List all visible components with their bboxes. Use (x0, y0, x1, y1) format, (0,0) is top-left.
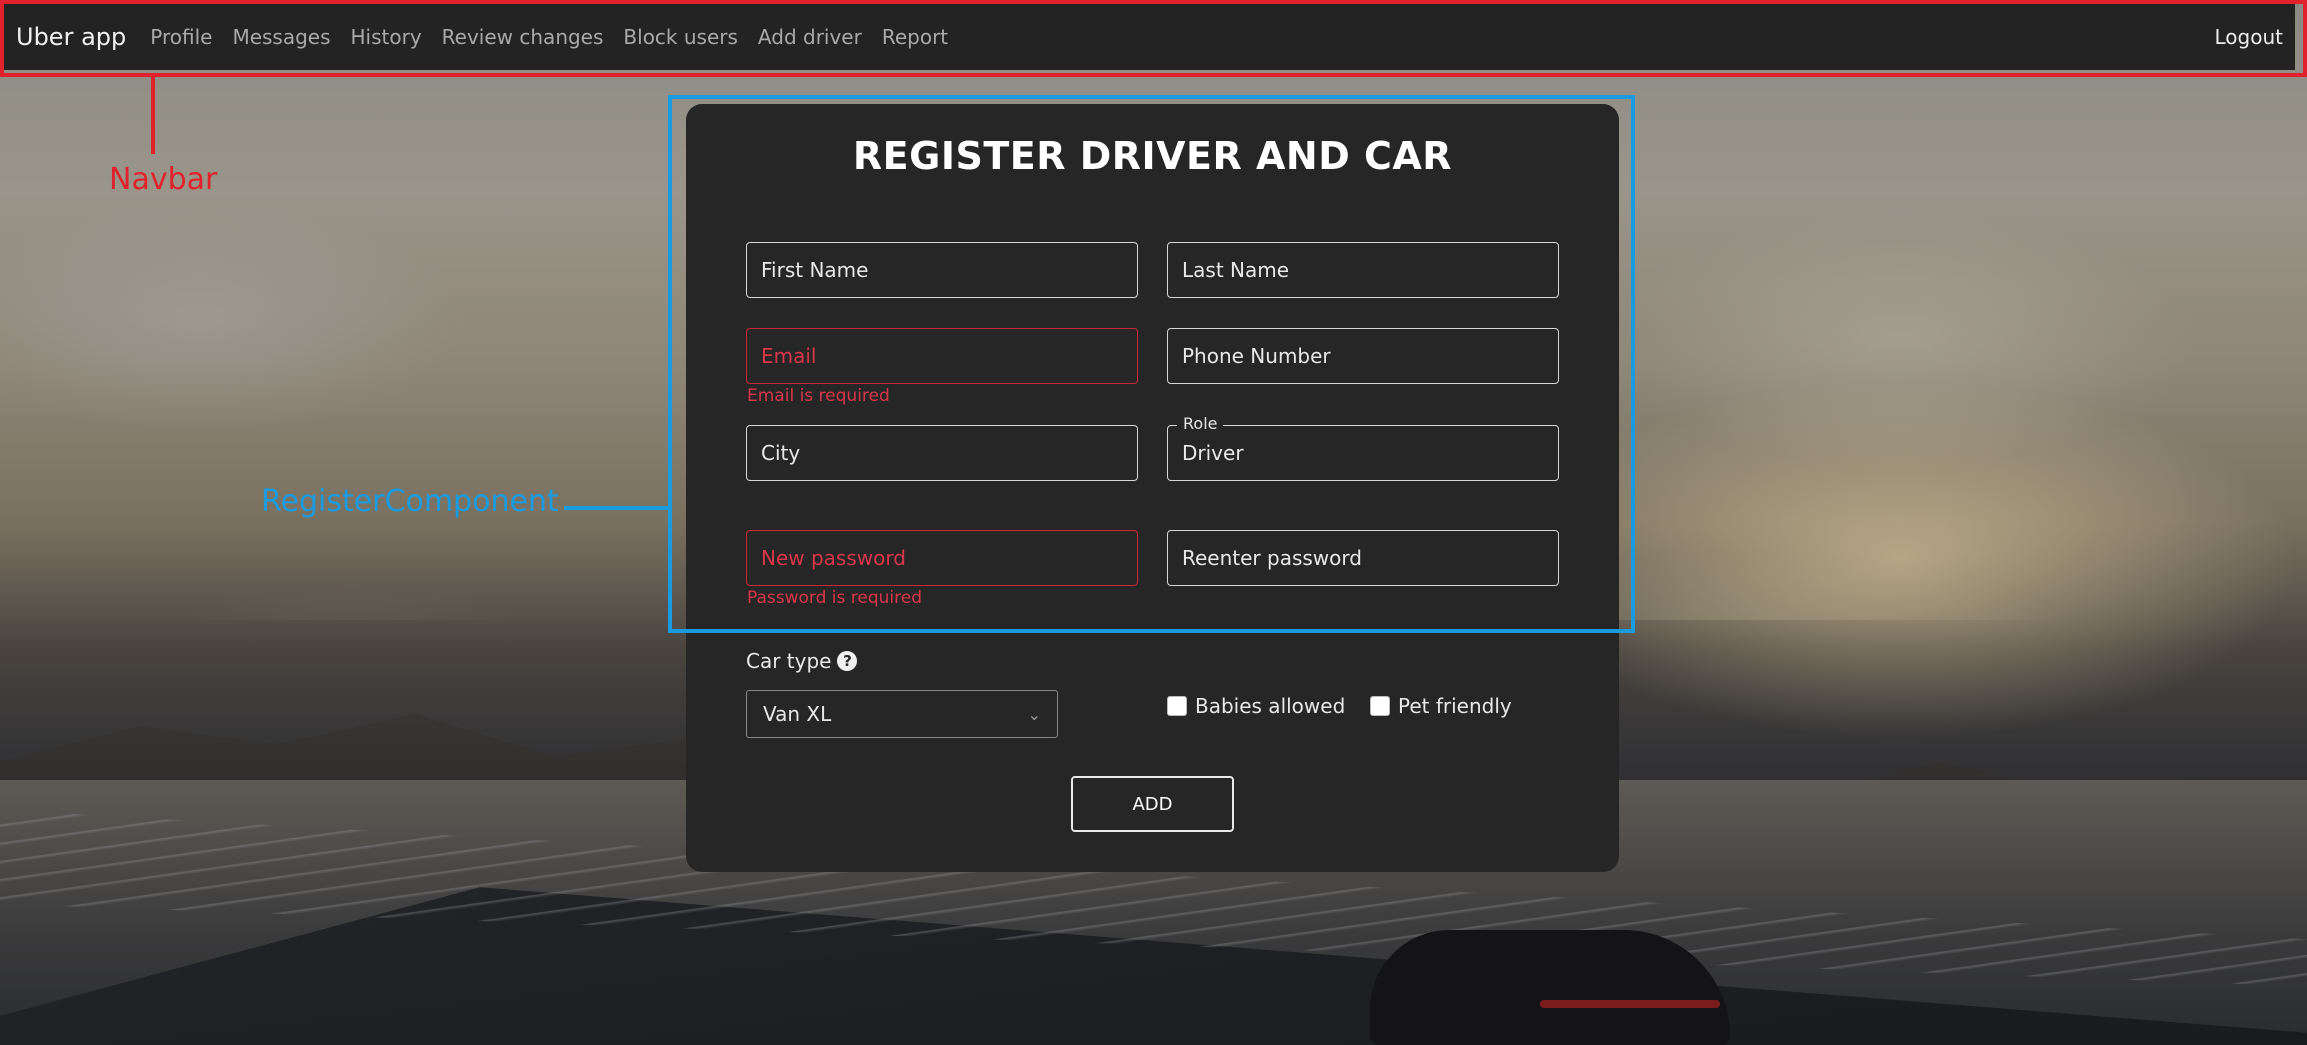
car-type-select[interactable]: Van XL ⌄ (746, 690, 1058, 738)
phone-placeholder: Phone Number (1182, 344, 1331, 368)
city-input[interactable]: City (746, 425, 1138, 481)
email-placeholder: Email (761, 344, 817, 368)
role-label: Role (1177, 414, 1224, 433)
role-value: Driver (1182, 441, 1244, 465)
register-annotation-line (564, 506, 670, 510)
email-error: Email is required (747, 386, 890, 406)
chevron-down-icon: ⌄ (1027, 704, 1041, 724)
reenter-password-input[interactable]: Reenter password (1167, 530, 1559, 586)
logout-link[interactable]: Logout (2215, 25, 2283, 49)
nav-history[interactable]: History (351, 25, 422, 49)
pet-friendly-checkbox[interactable]: Pet friendly (1370, 694, 1512, 718)
babies-allowed-checkbox[interactable]: Babies allowed (1167, 694, 1345, 718)
pet-friendly-label: Pet friendly (1398, 694, 1512, 718)
nav-block-users[interactable]: Block users (623, 25, 738, 49)
babies-allowed-box[interactable] (1167, 696, 1187, 716)
first-name-placeholder: First Name (761, 258, 869, 282)
navbar: Uber app Profile Messages History Review… (2, 3, 2295, 70)
navbar-annotation-line (151, 77, 155, 154)
register-card: REGISTER DRIVER AND CAR First Name Last … (686, 104, 1619, 872)
reenter-password-placeholder: Reenter password (1182, 546, 1362, 570)
new-password-placeholder: New password (761, 546, 906, 570)
navbar-annotation-label: Navbar (109, 162, 218, 197)
last-name-placeholder: Last Name (1182, 258, 1290, 282)
role-input[interactable]: Driver (1167, 425, 1559, 481)
add-button[interactable]: ADD (1071, 776, 1234, 832)
nav-profile[interactable]: Profile (150, 25, 212, 49)
nav-add-driver[interactable]: Add driver (758, 25, 862, 49)
nav-report[interactable]: Report (882, 25, 948, 49)
question-circle-icon[interactable]: ? (837, 651, 858, 671)
register-annotation-label: RegisterComponent (261, 484, 559, 519)
phone-number-input[interactable]: Phone Number (1167, 328, 1559, 384)
navbar-brand[interactable]: Uber app (16, 23, 126, 51)
car-type-text: Car type (746, 649, 832, 673)
password-error: Password is required (747, 588, 923, 608)
nav-messages[interactable]: Messages (232, 25, 330, 49)
email-input[interactable]: Email (746, 328, 1138, 384)
nav-review-changes[interactable]: Review changes (442, 25, 604, 49)
first-name-input[interactable]: First Name (746, 242, 1138, 298)
babies-allowed-label: Babies allowed (1195, 694, 1346, 718)
car-type-value: Van XL (763, 702, 832, 726)
last-name-input[interactable]: Last Name (1167, 242, 1559, 298)
pet-friendly-box[interactable] (1370, 696, 1390, 716)
car-type-label: Car type ? (746, 649, 858, 673)
city-placeholder: City (761, 441, 801, 465)
new-password-input[interactable]: New password (746, 530, 1138, 586)
register-title: REGISTER DRIVER AND CAR (852, 134, 1453, 178)
